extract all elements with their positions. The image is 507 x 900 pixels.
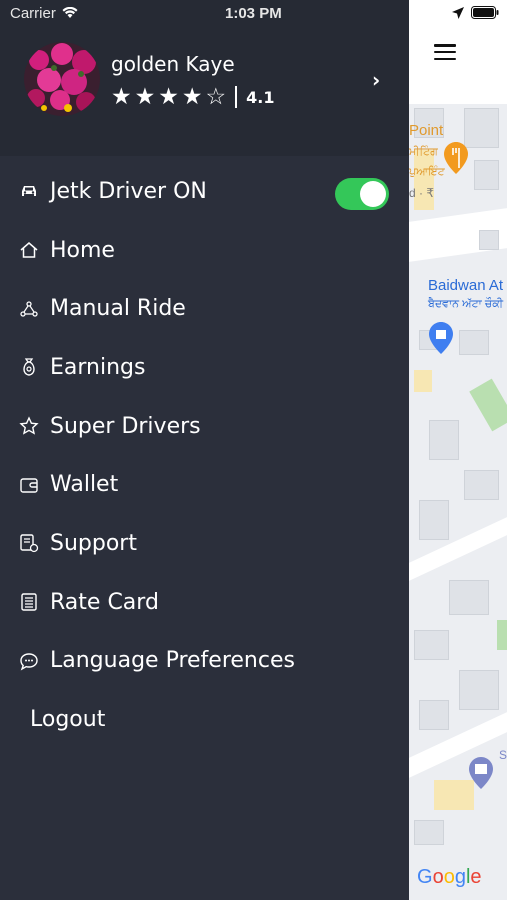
map-label-punjabi-1: ਮੀਟਿੰਗ	[409, 146, 438, 158]
menu-item-label: Super Drivers	[50, 413, 201, 439]
restaurant-pin-icon[interactable]	[444, 142, 468, 174]
network-icon	[18, 298, 40, 320]
star-outline-icon: ☆	[205, 84, 227, 110]
menu-item-earnings[interactable]: Earnings	[0, 338, 409, 397]
menu-item-label: Home	[50, 237, 115, 263]
rating-divider	[235, 86, 238, 108]
carrier-label: Carrier	[10, 5, 56, 22]
rating-stars: ★ ★ ★ ★ ☆ 4.1	[111, 85, 274, 109]
map-label-cost: d · ₹	[409, 186, 434, 200]
money-bag-icon	[18, 356, 40, 378]
wallet-icon	[18, 474, 40, 496]
support-icon	[18, 532, 40, 554]
clock: 1:03 PM	[225, 5, 282, 22]
menu-item-label: Earnings	[50, 354, 146, 380]
star-filled-icon: ★	[158, 84, 179, 110]
menu-item-label: Wallet	[50, 472, 119, 498]
google-logo: Google	[417, 866, 482, 888]
star-filled-icon: ★	[181, 84, 203, 110]
status-bar: Carrier 1:03 PM	[0, 0, 507, 28]
drawer-menu: Jetk Driver ON Home Manual Ride Earnings	[0, 162, 409, 749]
logout-label: Logout	[30, 707, 106, 733]
menu-item-label: Support	[50, 530, 137, 556]
side-drawer: golden Kaye ★ ★ ★ ★ ☆ 4.1 › Jetk Driver …	[0, 0, 409, 900]
chat-icon	[18, 650, 40, 672]
rate-card-icon	[18, 591, 40, 613]
location-arrow-icon	[452, 6, 464, 23]
service-pin-icon[interactable]	[469, 757, 493, 789]
battery-icon	[471, 6, 499, 23]
logout-button[interactable]: Logout	[0, 690, 409, 749]
menu-item-home[interactable]: Home	[0, 221, 409, 280]
map-label-point: Point	[409, 122, 444, 139]
rating-value: 4.1	[246, 87, 275, 107]
hamburger-menu-icon[interactable]	[434, 44, 456, 60]
menu-item-super-drivers[interactable]: Super Drivers	[0, 397, 409, 456]
star-filled-icon: ★	[111, 84, 132, 110]
avatar[interactable]	[24, 42, 100, 116]
driver-name: golden Kaye	[111, 52, 235, 76]
map-label-s: S	[499, 748, 507, 762]
driver-status-label: Jetk Driver ON	[50, 178, 207, 204]
home-icon	[18, 239, 40, 261]
menu-item-support[interactable]: Support	[0, 514, 409, 573]
menu-item-label: Language Preferences	[50, 648, 295, 674]
menu-item-rate-card[interactable]: Rate Card	[0, 573, 409, 632]
driver-online-toggle[interactable]	[335, 178, 389, 210]
menu-item-label: Manual Ride	[50, 296, 186, 322]
star-filled-icon: ★	[134, 84, 156, 110]
map-label-place: Baidwan At	[428, 277, 504, 294]
car-icon	[18, 180, 40, 202]
map-view[interactable]: Point ਮੀਟਿੰਗ ਪੁਆਇੰਟ d · ₹ Baidwan At ਬੈਦ…	[409, 0, 507, 900]
map-label-punjabi-2: ਪੁਆਇੰਟ	[409, 166, 445, 178]
wifi-icon	[62, 6, 78, 23]
menu-item-language[interactable]: Language Preferences	[0, 632, 409, 691]
map-label-place-punjabi: ਬੈਦਵਾਨ ਅੱਟਾ ਚੌਕੀ	[428, 298, 504, 310]
menu-item-wallet[interactable]: Wallet	[0, 455, 409, 514]
shopping-pin-icon[interactable]	[429, 322, 453, 354]
menu-item-manual-ride[interactable]: Manual Ride	[0, 279, 409, 338]
menu-item-driver-status: Jetk Driver ON	[0, 162, 409, 221]
menu-item-label: Rate Card	[50, 589, 159, 615]
star-icon	[18, 415, 40, 437]
chevron-right-icon[interactable]: ›	[372, 68, 380, 92]
